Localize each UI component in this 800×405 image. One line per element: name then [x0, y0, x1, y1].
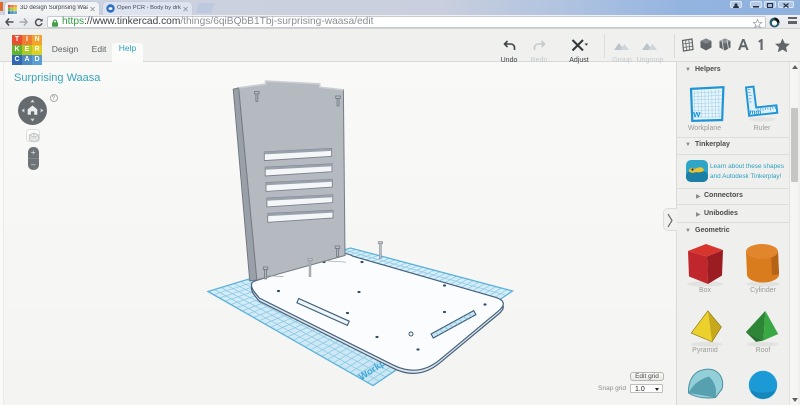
svg-text:W: W — [693, 110, 701, 119]
svg-text:mm: mm — [750, 109, 762, 116]
